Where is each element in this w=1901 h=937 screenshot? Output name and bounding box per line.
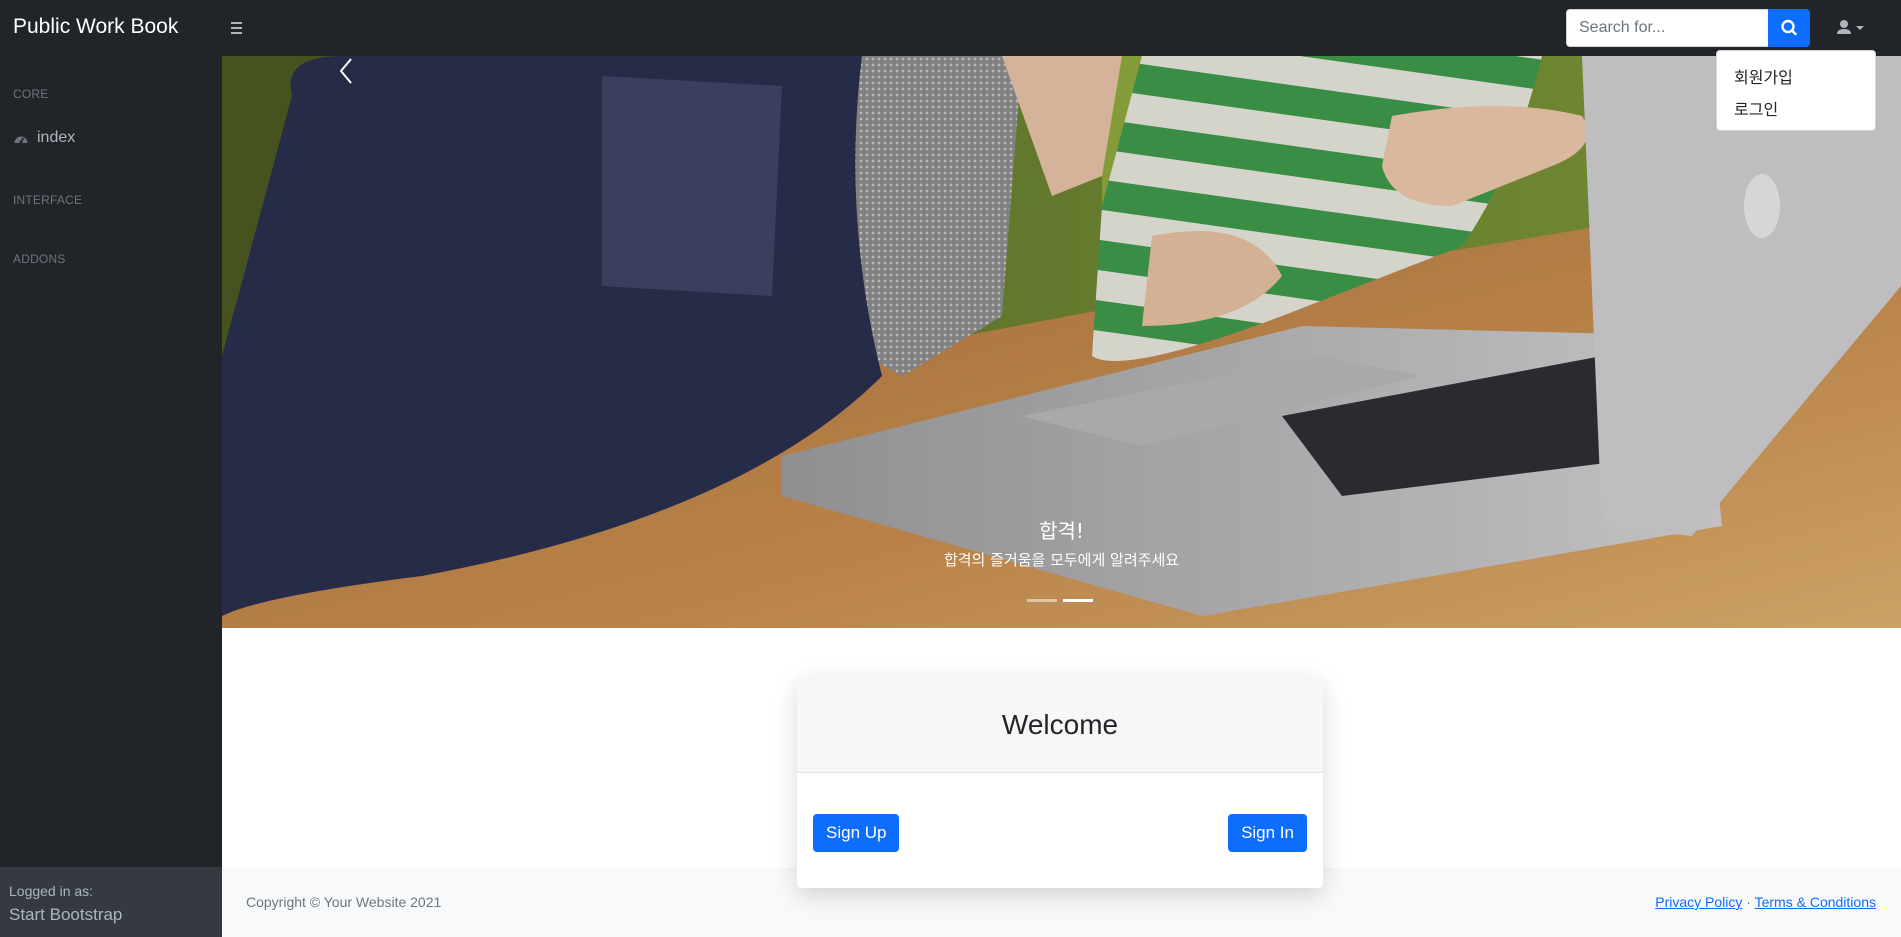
sidebar: CORE index INTERFACE ADDONS Logged in as… <box>0 56 222 937</box>
carousel-indicator-1[interactable] <box>1027 599 1057 602</box>
dropdown-item-signup[interactable]: 회원가입 <box>1734 64 1793 88</box>
hamburger-icon-line <box>231 27 242 29</box>
sign-in-button[interactable]: Sign In <box>1228 814 1307 852</box>
search-icon <box>1781 19 1797 36</box>
carousel-prev-button[interactable] <box>332 56 362 86</box>
logged-in-user: Start Bootstrap <box>9 905 123 924</box>
footer-links: Privacy Policy · Terms & Conditions <box>1655 894 1876 910</box>
caret-down-icon <box>1856 26 1864 30</box>
user-menu-toggle[interactable] <box>1830 14 1870 42</box>
user-icon <box>1837 20 1864 34</box>
carousel-caption-title: 합격! <box>1039 519 1084 543</box>
chevron-left-icon <box>339 58 352 84</box>
search-button[interactable] <box>1768 9 1810 47</box>
hamburger-icon <box>231 22 242 24</box>
dashboard-gauge-icon <box>14 136 28 144</box>
card-header: Welcome <box>797 676 1323 773</box>
footer-separator: · <box>1746 894 1751 910</box>
sidebar-heading-core: CORE <box>13 87 49 101</box>
carousel-indicator-2[interactable] <box>1063 599 1093 602</box>
hero-carousel: 합격! 합격의 즐거움을 모두에게 알려주세요 <box>222 56 1901 628</box>
privacy-policy-link[interactable]: Privacy Policy <box>1655 894 1742 910</box>
sidebar-footer: Logged in as: Start Bootstrap <box>0 867 222 937</box>
top-navbar: Public Work Book <box>0 0 1901 56</box>
sidebar-toggle-button[interactable] <box>226 16 248 40</box>
hamburger-icon-line <box>231 32 242 34</box>
dropdown-item-login[interactable]: 로그인 <box>1734 96 1778 120</box>
welcome-card: Welcome Sign Up Sign In <box>797 676 1323 888</box>
terms-link[interactable]: Terms & Conditions <box>1755 894 1876 910</box>
sidebar-heading-addons: ADDONS <box>13 252 66 266</box>
search-input[interactable] <box>1566 9 1769 47</box>
sign-up-button[interactable]: Sign Up <box>813 814 900 852</box>
logged-in-label: Logged in as: <box>9 883 94 899</box>
sidebar-item-label: index <box>37 129 76 146</box>
user-dropdown-menu: 회원가입 로그인 <box>1716 50 1876 131</box>
sidebar-heading-interface: INTERFACE <box>13 193 83 207</box>
copyright-text: Copyright © Your Website 2021 <box>246 894 442 910</box>
brand-title[interactable]: Public Work Book <box>13 15 178 39</box>
card-title: Welcome <box>1001 709 1119 740</box>
carousel-caption-text: 합격의 즐거움을 모두에게 알려주세요 <box>943 551 1180 569</box>
